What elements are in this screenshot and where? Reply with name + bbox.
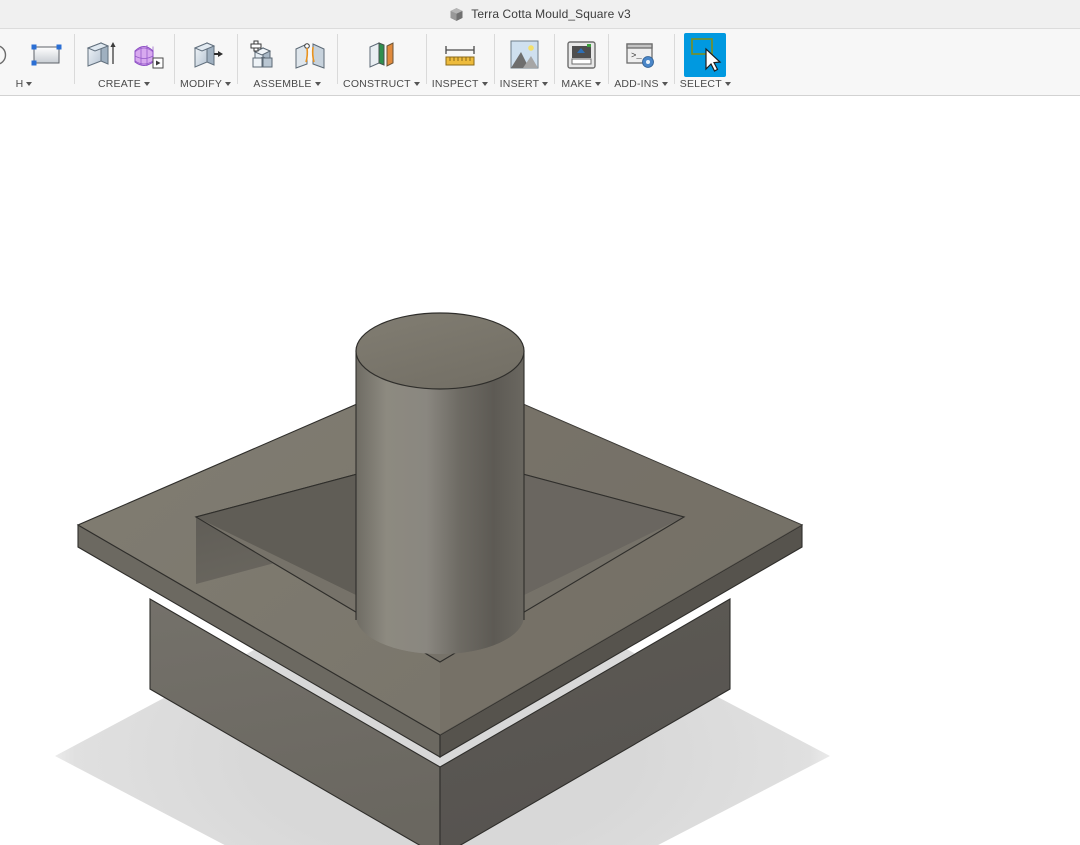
toolbar-group-assemble-label[interactable]: ASSEMBLE [253, 78, 321, 90]
assemble-icons [243, 29, 331, 79]
chevron-down-icon [26, 82, 33, 86]
new-component-icon[interactable] [243, 33, 285, 77]
toolbar-group-make-label[interactable]: MAKE [561, 78, 601, 90]
chevron-down-icon [225, 82, 232, 86]
chevron-down-icon [542, 82, 549, 86]
toolbar-group-modify: MODIFY [174, 29, 237, 95]
cylinder-base-blend [356, 566, 524, 654]
chevron-down-icon [594, 82, 601, 86]
select-label-text: SELECT [679, 78, 722, 90]
insert-image-icon[interactable] [503, 33, 545, 77]
toolbar-group-create-label[interactable]: CREATE [98, 78, 150, 90]
model-3d-view [55, 312, 830, 845]
toolbar-group-inspect-label[interactable]: INSPECT [432, 78, 488, 90]
viewport-canvas[interactable] [0, 96, 1080, 845]
make-label-text: MAKE [561, 78, 592, 90]
modify-label-text: MODIFY [180, 78, 223, 90]
create-form-icon[interactable] [126, 33, 168, 77]
chevron-down-icon [481, 82, 488, 86]
toolbar-group-construct-label[interactable]: CONSTRUCT [343, 78, 420, 90]
chevron-down-icon [661, 82, 668, 86]
circle-sketch-icon[interactable] [0, 33, 22, 77]
toolbar-group-modify-label[interactable]: MODIFY [180, 78, 232, 90]
offset-plane-icon[interactable] [360, 33, 402, 77]
toolbar-group-addins: >_ ADD-INS [608, 29, 674, 95]
toolbar-group-construct: CONSTRUCT [337, 29, 426, 95]
assemble-label-text: ASSEMBLE [253, 78, 312, 90]
scripts-addins-icon[interactable]: >_ [620, 33, 662, 77]
3d-print-icon[interactable] [560, 33, 602, 77]
toolbar-group-inspect: INSPECT [425, 29, 494, 95]
toolbar-group-insert: INSERT [493, 29, 555, 95]
create-icons [80, 29, 168, 79]
ribbon-toolbar: H CREATE MODIFY ASSEMBLE CONSTRUCT INSPE… [0, 29, 1080, 96]
sketch-label-text: H [15, 78, 24, 90]
press-pull-icon[interactable] [185, 33, 227, 77]
cube-icon [449, 7, 464, 22]
toolbar-group-sketch: H [0, 29, 74, 95]
modify-icons [185, 29, 227, 79]
toolbar-group-addins-label[interactable]: ADD-INS [614, 78, 668, 90]
chevron-down-icon [724, 82, 731, 86]
svg-text:>_: >_ [631, 51, 642, 61]
toolbar-group-assemble: ASSEMBLE [237, 29, 337, 95]
extrude-icon[interactable] [80, 33, 122, 77]
cylinder-top-face [355, 312, 525, 390]
select-cursor-icon[interactable] [684, 33, 727, 77]
select-icons [684, 29, 727, 79]
measure-ruler-icon[interactable] [439, 33, 481, 77]
construct-icons [360, 29, 402, 79]
make-icons [560, 29, 602, 79]
inspect-label-text: INSPECT [431, 78, 479, 90]
toolbar-group-sketch-label[interactable]: H [16, 78, 33, 90]
inspect-icons [439, 29, 481, 79]
toolbar-group-make: MAKE [554, 29, 608, 95]
sketch-icons [0, 29, 68, 79]
title-bar: Terra Cotta Mould_Square v3 [0, 0, 1080, 29]
toolbar-group-create: CREATE [74, 29, 174, 95]
chevron-down-icon [314, 82, 321, 86]
window-title: Terra Cotta Mould_Square v3 [471, 7, 631, 21]
chevron-down-icon [413, 82, 420, 86]
toolbar-group-insert-label[interactable]: INSERT [500, 78, 549, 90]
fusion360-window: Terra Cotta Mould_Square v3 H CREATE MOD… [0, 0, 1080, 845]
construct-label-text: CONSTRUCT [343, 78, 411, 90]
toolbar-group-select: SELECT [673, 29, 737, 95]
joint-icon[interactable] [289, 33, 331, 77]
addins-label-text: ADD-INS [614, 78, 659, 90]
insert-icons [503, 29, 545, 79]
toolbar-group-select-label[interactable]: SELECT [680, 78, 731, 90]
addins-icons: >_ [620, 29, 662, 79]
chevron-down-icon [144, 82, 150, 86]
create-label-text: CREATE [97, 78, 141, 90]
insert-label-text: INSERT [499, 78, 540, 90]
title-wrap: Terra Cotta Mould_Square v3 [449, 7, 631, 22]
rectangle-sketch-icon[interactable] [26, 33, 68, 77]
